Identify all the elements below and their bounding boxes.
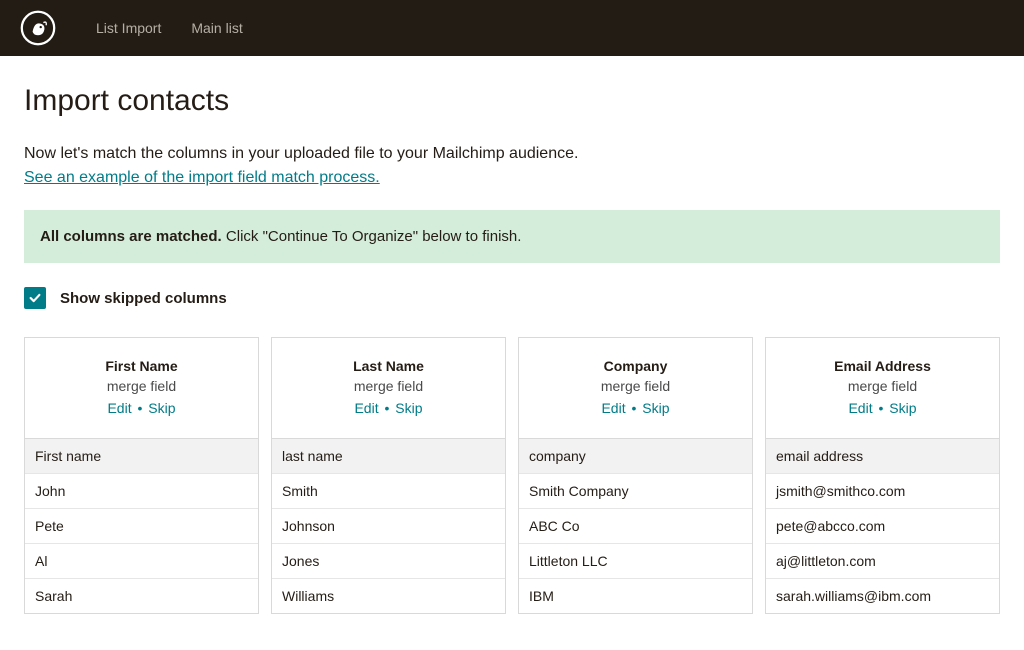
table-row: Pete <box>25 509 258 544</box>
column-actions: Edit • Skip <box>282 400 495 416</box>
edit-link[interactable]: Edit <box>354 400 378 416</box>
table-row: Jones <box>272 544 505 579</box>
table-row: Al <box>25 544 258 579</box>
column-actions: Edit • Skip <box>35 400 248 416</box>
edit-link[interactable]: Edit <box>107 400 131 416</box>
column-title: Company <box>529 358 742 374</box>
table-row: aj@littleton.com <box>766 544 999 579</box>
nav-list-import[interactable]: List Import <box>96 20 161 36</box>
column-data: First name John Pete Al Sarah <box>25 439 258 613</box>
table-row: ABC Co <box>519 509 752 544</box>
column-card-email-address: Email Address merge field Edit • Skip em… <box>765 337 1000 614</box>
success-banner: All columns are matched. Click "Continue… <box>24 210 1000 263</box>
skip-link[interactable]: Skip <box>395 400 422 416</box>
column-header: Company merge field Edit • Skip <box>519 338 752 439</box>
table-row: Littleton LLC <box>519 544 752 579</box>
column-subtitle: merge field <box>776 378 989 394</box>
check-icon <box>28 291 42 305</box>
table-row: Smith <box>272 474 505 509</box>
column-header: Last Name merge field Edit • Skip <box>272 338 505 439</box>
column-source-header: email address <box>766 439 999 474</box>
page-subtitle: Now let's match the columns in your uplo… <box>24 142 1000 166</box>
dot-separator: • <box>134 400 147 416</box>
column-data: email address jsmith@smithco.com pete@ab… <box>766 439 999 613</box>
column-card-company: Company merge field Edit • Skip company … <box>518 337 753 614</box>
column-actions: Edit • Skip <box>776 400 989 416</box>
column-source-header: last name <box>272 439 505 474</box>
dot-separator: • <box>381 400 394 416</box>
show-skipped-checkbox[interactable] <box>24 287 46 309</box>
column-header: Email Address merge field Edit • Skip <box>766 338 999 439</box>
show-skipped-label: Show skipped columns <box>60 290 227 307</box>
main-content: Import contacts Now let's match the colu… <box>0 56 1024 634</box>
column-subtitle: merge field <box>35 378 248 394</box>
table-row: Sarah <box>25 579 258 613</box>
column-title: Email Address <box>776 358 989 374</box>
skip-link[interactable]: Skip <box>642 400 669 416</box>
table-row: Williams <box>272 579 505 613</box>
page-title: Import contacts <box>24 84 1000 118</box>
table-row: Johnson <box>272 509 505 544</box>
column-data: company Smith Company ABC Co Littleton L… <box>519 439 752 613</box>
columns-container: First Name merge field Edit • Skip First… <box>24 337 1000 614</box>
table-row: jsmith@smithco.com <box>766 474 999 509</box>
mailchimp-logo-icon[interactable] <box>20 10 56 46</box>
skip-link[interactable]: Skip <box>889 400 916 416</box>
column-source-header: First name <box>25 439 258 474</box>
skip-link[interactable]: Skip <box>148 400 175 416</box>
table-row: John <box>25 474 258 509</box>
column-actions: Edit • Skip <box>529 400 742 416</box>
example-link[interactable]: See an example of the import field match… <box>24 166 380 190</box>
column-subtitle: merge field <box>529 378 742 394</box>
table-row: Smith Company <box>519 474 752 509</box>
banner-bold-text: All columns are matched. <box>40 228 222 245</box>
dot-separator: • <box>875 400 888 416</box>
column-header: First Name merge field Edit • Skip <box>25 338 258 439</box>
nav-main-list[interactable]: Main list <box>191 20 242 36</box>
dot-separator: • <box>628 400 641 416</box>
table-row: sarah.williams@ibm.com <box>766 579 999 613</box>
show-skipped-row: Show skipped columns <box>24 287 1000 309</box>
column-card-first-name: First Name merge field Edit • Skip First… <box>24 337 259 614</box>
column-subtitle: merge field <box>282 378 495 394</box>
column-source-header: company <box>519 439 752 474</box>
column-title: First Name <box>35 358 248 374</box>
column-title: Last Name <box>282 358 495 374</box>
banner-rest-text: Click "Continue To Organize" below to fi… <box>222 228 522 245</box>
edit-link[interactable]: Edit <box>601 400 625 416</box>
table-row: pete@abcco.com <box>766 509 999 544</box>
edit-link[interactable]: Edit <box>848 400 872 416</box>
top-nav-bar: List Import Main list <box>0 0 1024 56</box>
column-data: last name Smith Johnson Jones Williams <box>272 439 505 613</box>
table-row: IBM <box>519 579 752 613</box>
column-card-last-name: Last Name merge field Edit • Skip last n… <box>271 337 506 614</box>
